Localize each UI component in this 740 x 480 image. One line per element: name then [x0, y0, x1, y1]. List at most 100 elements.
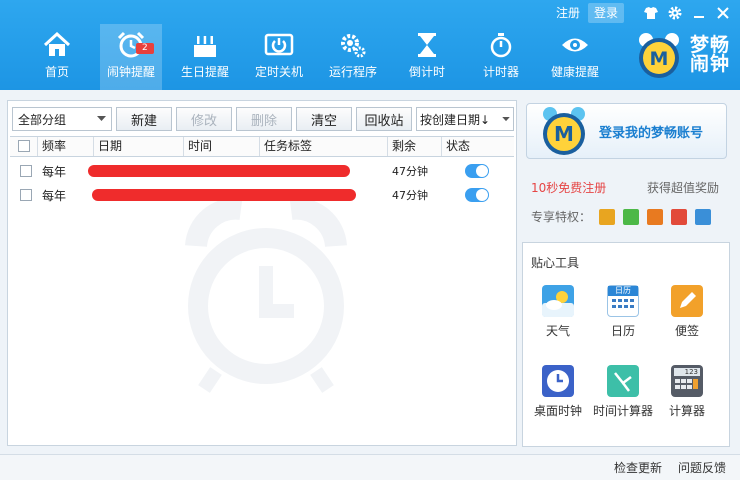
chevron-down-icon: [97, 116, 106, 121]
nav-label: 生日提醒: [180, 65, 229, 79]
tools-title: 贴心工具: [531, 256, 580, 270]
gears-icon: [338, 30, 368, 60]
nav-label: 运行程序: [328, 65, 377, 79]
tool-label: 日历: [610, 324, 635, 338]
note-icon: [671, 285, 703, 317]
tool-note[interactable]: 便签: [653, 285, 721, 339]
tool-label: 便签: [674, 324, 699, 338]
row-checkbox[interactable]: [20, 189, 32, 201]
eye-icon: [560, 30, 590, 60]
tool-weather[interactable]: 天气: [524, 285, 592, 339]
alarm-toolbar: 全部分组 新建 修改 删除 清空 回收站 按创建日期↓: [12, 107, 514, 131]
check-update-link[interactable]: 检查更新: [614, 459, 662, 476]
nav-label: 倒计时: [408, 65, 445, 79]
calculator-icon-display: 123: [674, 368, 700, 376]
power-icon: [264, 30, 294, 60]
row-frequency: 每年: [42, 188, 67, 203]
tools-panel: 贴心工具 天气 日历 日历 便签 桌面时钟 时间计算器 123 计算器: [522, 242, 730, 447]
nav-birthday[interactable]: 生日提醒: [174, 24, 236, 90]
weather-icon: [542, 285, 574, 317]
hourglass-icon: [412, 30, 442, 60]
brand-clock-icon: M: [638, 33, 679, 78]
table-row[interactable]: 每年 47分钟: [10, 159, 514, 183]
gear-icon[interactable]: [664, 3, 686, 23]
chevron-down-icon: [502, 116, 510, 121]
alarm-watermark-icon: [185, 201, 347, 393]
close-icon[interactable]: [712, 3, 734, 23]
col-remaining[interactable]: 剩余: [388, 137, 442, 156]
tool-label: 桌面时钟: [533, 404, 582, 418]
row-checkbox[interactable]: [20, 165, 32, 177]
gift-icon[interactable]: [599, 208, 616, 225]
clear-button[interactable]: 清空: [296, 107, 352, 131]
sort-select[interactable]: 按创建日期↓: [416, 107, 514, 131]
edit-button[interactable]: 修改: [176, 107, 232, 131]
row-enabled-toggle[interactable]: [465, 164, 489, 178]
table-header: 频率 日期 时间 任务标签 剩余 状态: [10, 136, 514, 157]
nav-timer[interactable]: 计时器: [470, 24, 532, 90]
account-login-banner[interactable]: M 登录我的梦畅账号: [526, 103, 727, 159]
nav-home[interactable]: 首页: [26, 24, 88, 90]
col-frequency[interactable]: 频率: [38, 137, 94, 156]
nav-label: 闹钟提醒: [106, 65, 155, 79]
brand-name-line2: 闹钟: [689, 53, 730, 75]
redacted-bar: [88, 165, 350, 177]
feedback-link[interactable]: 问题反馈: [678, 459, 726, 476]
col-status[interactable]: 状态: [442, 137, 514, 156]
col-date[interactable]: 日期: [94, 137, 184, 156]
redacted-bar: [92, 189, 356, 201]
row-frequency: 每年: [42, 164, 67, 179]
col-task-label[interactable]: 任务标签: [260, 137, 388, 156]
vip-icon[interactable]: [695, 208, 712, 225]
svg-text:M: M: [554, 122, 574, 146]
skin-icon[interactable]: [640, 3, 662, 23]
stopwatch-icon: [486, 30, 516, 60]
tool-label: 时间计算器: [592, 404, 653, 418]
tool-calendar[interactable]: 日历 日历: [589, 285, 657, 339]
delete-button[interactable]: 删除: [236, 107, 292, 131]
title-bar: 注册 登录 首页 2 闹钟提醒 生日提醒 定时关机 运行程序 倒计时 计时器 健…: [0, 0, 740, 90]
alarm-count-badge: 2: [136, 43, 154, 54]
minimize-icon[interactable]: [688, 3, 710, 23]
tool-desktop-clock[interactable]: 桌面时钟: [524, 365, 592, 419]
main-nav: 首页 2 闹钟提醒 生日提醒 定时关机 运行程序 倒计时 计时器 健康提醒: [26, 24, 618, 90]
group-select-value: 全部分组: [18, 112, 67, 127]
row-remaining: 47分钟: [392, 165, 428, 178]
nav-label: 首页: [44, 65, 69, 79]
row-enabled-toggle[interactable]: [465, 188, 489, 202]
tool-calculator[interactable]: 123 计算器: [653, 365, 721, 419]
table-row[interactable]: 每年 47分钟: [10, 183, 514, 207]
recycle-bin-button[interactable]: 回收站: [356, 107, 412, 131]
alarm-list-panel: 全部分组 新建 修改 删除 清空 回收站 按创建日期↓ 频率 日期 时间 任务标…: [7, 100, 517, 446]
login-link[interactable]: 登录: [587, 3, 624, 23]
nav-label: 计时器: [482, 65, 519, 79]
new-button[interactable]: 新建: [116, 107, 172, 131]
login-account-text: 登录我的梦畅账号: [599, 125, 704, 141]
desktop-clock-icon: [542, 365, 574, 397]
col-time[interactable]: 时间: [184, 137, 260, 156]
select-all-checkbox[interactable]: [18, 140, 30, 152]
time-calculator-icon: [607, 365, 639, 397]
privilege-label: 专享特权：: [531, 210, 592, 224]
group-select[interactable]: 全部分组: [12, 107, 112, 131]
tool-label: 天气: [545, 324, 570, 338]
reward-link[interactable]: 获得超值奖励: [647, 179, 719, 196]
nav-countdown[interactable]: 倒计时: [396, 24, 458, 90]
nav-alarm[interactable]: 2 闹钟提醒: [100, 24, 162, 90]
sort-select-value: 按创建日期↓: [420, 112, 491, 127]
birthday-cake-icon: [190, 30, 220, 60]
nav-label: 定时关机: [254, 65, 303, 79]
nav-shutdown[interactable]: 定时关机: [248, 24, 310, 90]
present-icon[interactable]: [671, 208, 688, 225]
free-register-link[interactable]: 10秒免费注册: [531, 179, 606, 196]
nav-health[interactable]: 健康提醒: [544, 24, 606, 90]
mascot-clock-icon: M: [543, 107, 585, 155]
calendar-icon: 日历: [607, 285, 639, 317]
register-link[interactable]: 注册: [550, 3, 586, 23]
register-promo: 10秒免费注册 获得超值奖励: [531, 179, 719, 196]
window-controls: 注册 登录: [550, 3, 734, 23]
ticket-icon[interactable]: [647, 208, 664, 225]
link-icon[interactable]: [623, 208, 640, 225]
tool-time-calculator[interactable]: 时间计算器: [589, 365, 657, 419]
nav-run-program[interactable]: 运行程序: [322, 24, 384, 90]
